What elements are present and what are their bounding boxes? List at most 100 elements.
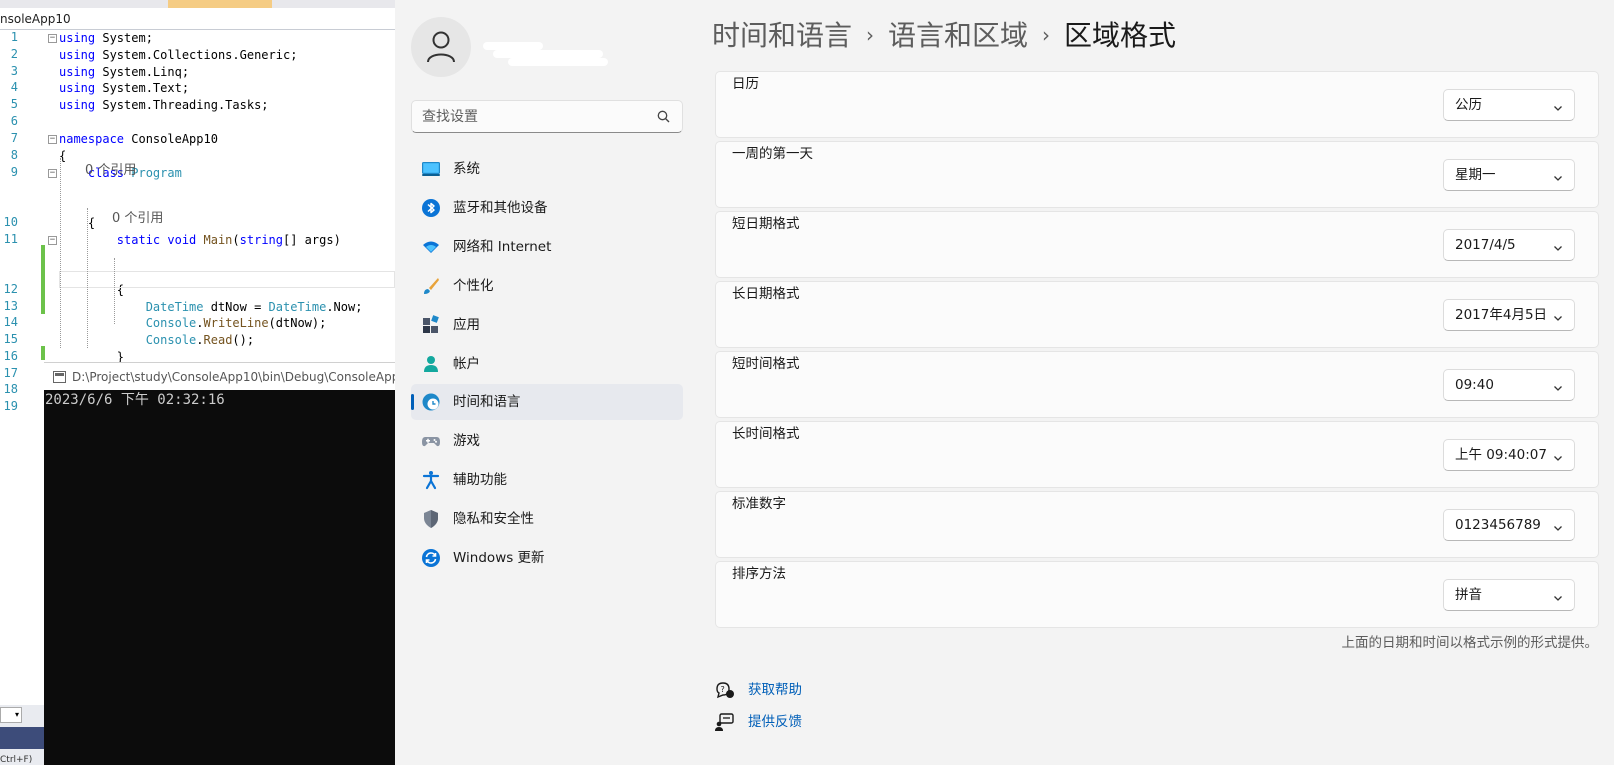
code-text: DateTime dtNow = DateTime.Now; <box>59 299 363 316</box>
update-icon <box>421 548 441 568</box>
sidebar-item-system[interactable]: 系统 <box>411 151 683 187</box>
reference-count-label[interactable]: 0 个引用 <box>85 163 136 179</box>
code-token: WriteLine <box>203 316 269 330</box>
sidebar-item-update[interactable]: Windows 更新 <box>411 540 683 576</box>
sidebar-item-label: 辅助功能 <box>453 472 507 488</box>
search-icon[interactable] <box>657 110 670 123</box>
sidebar-item-bluetooth[interactable]: 蓝牙和其他设备 <box>411 190 683 226</box>
breadcrumb-language-region[interactable]: 语言和区域 <box>888 19 1028 52</box>
code-token: . <box>196 316 204 330</box>
line-number: 12 <box>3 282 18 296</box>
sidebar-item-label: 蓝牙和其他设备 <box>453 200 548 216</box>
line-number: 10 <box>3 215 18 229</box>
code-line[interactable]: 5 using System.Threading.Tasks; <box>0 97 395 114</box>
editor-tab-strip <box>0 0 395 8</box>
editor-tab[interactable] <box>168 0 272 8</box>
code-token: string <box>239 233 283 247</box>
breadcrumb-time-language[interactable]: 时间和语言 <box>712 19 852 52</box>
sidebar-item-brush[interactable]: 个性化 <box>411 268 683 304</box>
sidebar-item-wifi[interactable]: 网络和 Internet <box>411 229 683 265</box>
code-token: namespace <box>59 132 125 146</box>
line-number: 15 <box>3 332 18 346</box>
code-line[interactable]: 6 <box>0 114 395 131</box>
line-number: 4 <box>10 80 18 94</box>
user-icon <box>427 31 455 63</box>
indent-guide <box>114 258 115 324</box>
sidebar-item-label: 个性化 <box>453 278 494 294</box>
code-text: using System.Collections.Generic; <box>59 47 297 64</box>
short-date-dropdown[interactable]: 2017/4/5 <box>1443 229 1575 261</box>
sidebar-item-apps[interactable]: 应用 <box>411 307 683 343</box>
breadcrumb-separator-icon: › <box>866 23 875 47</box>
line-number: 16 <box>3 349 18 363</box>
status-hint: Ctrl+F) <box>0 755 33 765</box>
long-time-dropdown[interactable]: 上午 09:40:07 <box>1443 439 1575 471</box>
line-number: 11 <box>3 232 18 246</box>
short-time-dropdown[interactable]: 09:40 <box>1443 369 1575 401</box>
setting-row-number-format: 标准数字 0123456789 <box>715 491 1599 558</box>
console-title-bar[interactable]: D:\Project\study\ConsoleApp10\bin\Debug\… <box>44 362 395 390</box>
number-format-dropdown[interactable]: 0123456789 <box>1443 509 1575 541</box>
editor-navigation-bar[interactable]: nsoleApp10 <box>0 8 395 30</box>
search-input[interactable] <box>422 101 652 132</box>
sidebar-item-shield[interactable]: 隐私和安全性 <box>411 501 683 537</box>
sidebar-item-gamepad[interactable]: 游戏 <box>411 423 683 459</box>
change-indicator <box>41 288 45 314</box>
collapse-icon[interactable]: − <box>48 236 57 245</box>
code-line[interactable]: 7 − namespace ConsoleApp10 <box>0 131 395 148</box>
sort-method-dropdown[interactable]: 拼音 <box>1443 579 1575 611</box>
setting-label: 长时间格式 <box>732 426 800 442</box>
sidebar-item-label: Windows 更新 <box>453 550 545 566</box>
code-token: ConsoleApp10 <box>124 132 218 146</box>
code-token: System.Linq; <box>95 65 190 79</box>
setting-row-long-time: 长时间格式上午 09:40:07 <box>715 421 1599 488</box>
code-token: using <box>59 31 96 45</box>
code-line[interactable]: 4 using System.Text; <box>0 80 395 97</box>
avatar[interactable] <box>411 17 471 77</box>
collapse-icon[interactable]: − <box>48 135 57 144</box>
code-token: using <box>59 65 96 79</box>
collapse-icon[interactable]: − <box>48 34 57 43</box>
code-line[interactable]: 1 − using System; <box>0 30 395 47</box>
dropdown-value: 2017/4/5 <box>1455 237 1516 253</box>
wifi-icon <box>421 237 441 257</box>
code-line[interactable]: 3 using System.Linq; <box>0 64 395 81</box>
code-text: Console.Read(); <box>59 332 254 349</box>
svg-text:?: ? <box>721 685 725 694</box>
chevron-down-icon <box>1553 451 1563 467</box>
code-token: ( <box>232 233 240 247</box>
link-label: 提供反馈 <box>748 714 802 730</box>
search-box[interactable] <box>411 100 683 133</box>
console-window[interactable]: D:\Project\study\ConsoleApp10\bin\Debug\… <box>44 362 395 765</box>
setting-row-sort-method: 排序方法 拼音 <box>715 561 1599 628</box>
collapse-icon[interactable]: − <box>48 169 57 178</box>
line-number: 18 <box>3 382 18 396</box>
system-icon <box>421 159 441 179</box>
chevron-down-icon <box>1553 381 1563 397</box>
code-token: Read <box>203 333 233 347</box>
reference-count-label[interactable]: 0 个引用 <box>112 211 163 227</box>
brush-icon <box>421 276 441 296</box>
zoom-dropdown[interactable]: ▾ <box>0 707 22 723</box>
code-token: [] args) <box>283 233 341 247</box>
line-number: 2 <box>10 47 18 61</box>
line-number: 8 <box>10 148 18 162</box>
account-icon <box>421 354 441 374</box>
chevron-down-icon <box>1553 591 1563 607</box>
sidebar-item-label: 帐户 <box>453 356 480 372</box>
chevron-down-icon <box>1553 101 1563 117</box>
sidebar-item-accessibility[interactable]: 辅助功能 <box>411 462 683 498</box>
dropdown-value: 上午 09:40:07 <box>1455 447 1547 463</box>
code-token: System.Collections.Generic; <box>95 48 298 62</box>
setting-row-calendar: 日历 公历 <box>715 71 1599 138</box>
code-text: Console.WriteLine(dtNow); <box>59 315 327 332</box>
calendar-dropdown[interactable]: 公历 <box>1443 89 1575 121</box>
code-token: (); <box>232 333 255 347</box>
sidebar-item-time-language[interactable]: 时间和语言 <box>411 384 683 420</box>
sidebar-item-account[interactable]: 帐户 <box>411 346 683 382</box>
first-day-of-week-dropdown[interactable]: 星期一 <box>1443 159 1575 191</box>
line-number: 17 <box>3 366 18 380</box>
code-line[interactable]: 2 using System.Collections.Generic; <box>0 47 395 64</box>
status-bar <box>0 727 44 749</box>
long-date-dropdown[interactable]: 2017年4月5日 <box>1443 299 1575 331</box>
